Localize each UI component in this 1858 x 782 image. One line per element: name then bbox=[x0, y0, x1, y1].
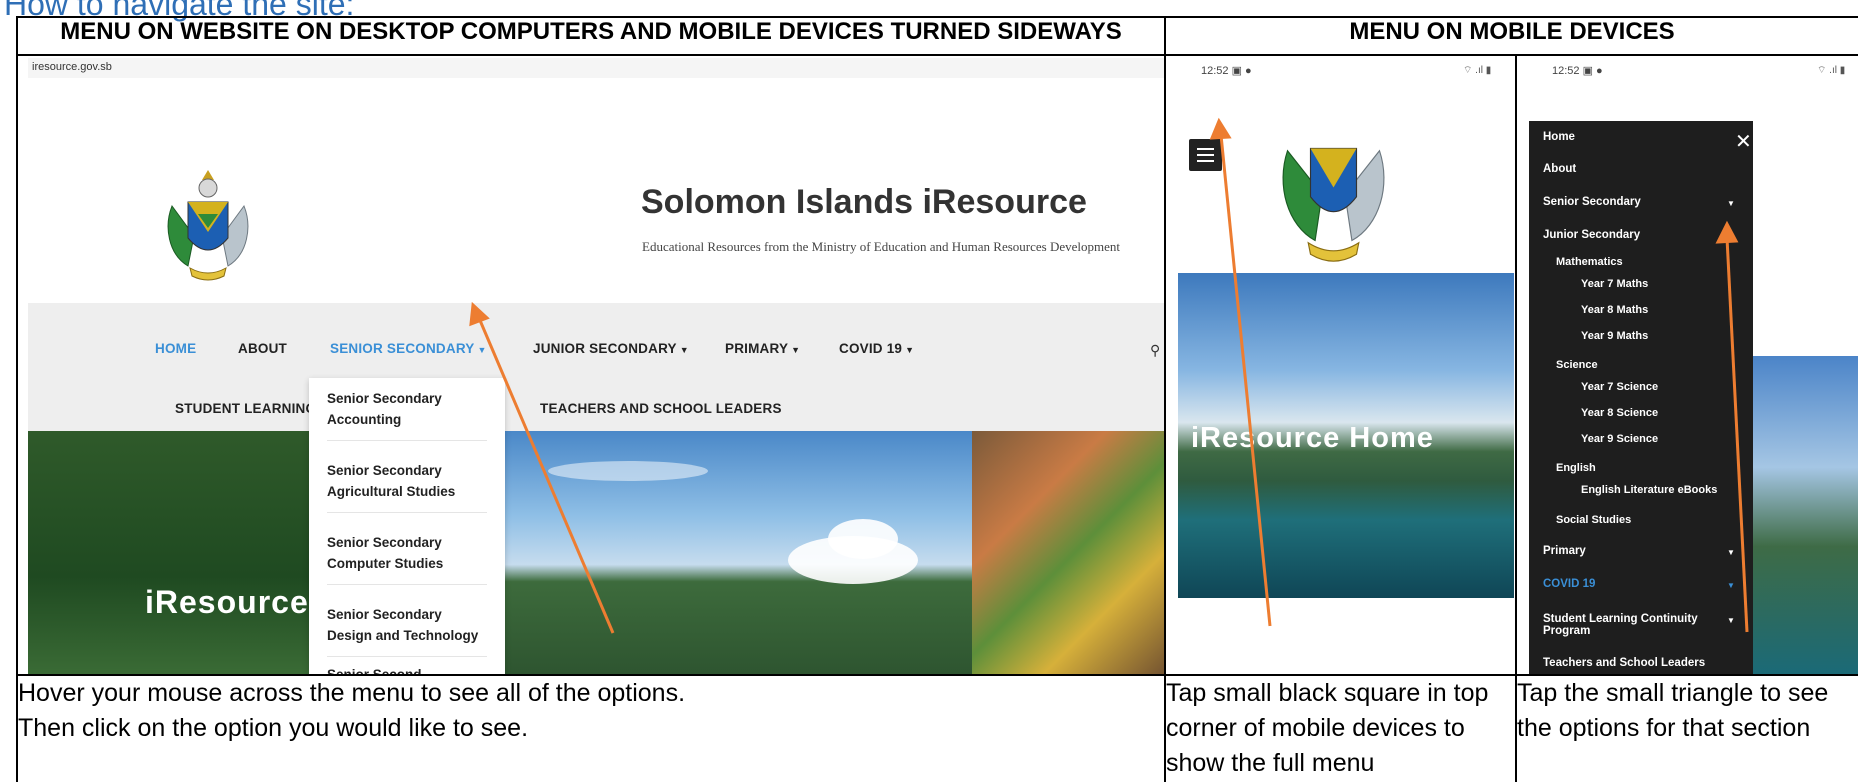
dropdown-item[interactable]: Senior Secondary Computer Studies bbox=[327, 532, 487, 585]
hero-text: iResource bbox=[145, 584, 309, 620]
desktop-caption-line: Hover your mouse across the menu to see … bbox=[18, 679, 686, 707]
desktop-caption-line: Then click on the option you would like … bbox=[18, 714, 529, 742]
status-time-text: 12:52 bbox=[1201, 65, 1229, 77]
nav-about[interactable]: ABOUT bbox=[238, 341, 287, 356]
palm-trees-image bbox=[28, 431, 318, 673]
caret-down-icon: ▼ bbox=[905, 345, 915, 355]
dropdown-item-line: Computer Studies bbox=[327, 556, 444, 571]
menu-mathematics[interactable]: Mathematics bbox=[1556, 256, 1623, 268]
mobile-closed-screenshot: 12:52 ▣ ● ⌔ .ıl ▮ iResource Home bbox=[1167, 57, 1514, 673]
mobile-hero-title: iResource Home bbox=[1191, 422, 1434, 454]
dropdown-item-line: Design and Technology bbox=[327, 628, 479, 643]
desktop-column-header: MENU ON WEBSITE ON DESKTOP COMPUTERS AND… bbox=[16, 16, 1166, 56]
dropdown-item-line: Agricultural Studies bbox=[327, 484, 456, 499]
caret-down-icon: ▼ bbox=[679, 345, 689, 355]
dropdown-item-line: Accounting bbox=[327, 412, 402, 427]
nav-primary-label: PRIMARY bbox=[725, 341, 789, 356]
mobile-column-header: MENU ON MOBILE DEVICES bbox=[1163, 16, 1858, 56]
menu-covid[interactable]: COVID 19 bbox=[1543, 578, 1595, 590]
nav-senior-label: SENIOR SECONDARY bbox=[330, 341, 475, 356]
dropdown-item[interactable]: Senior Secondary Design and Technology bbox=[327, 604, 487, 657]
caret-down-icon[interactable]: ▼ bbox=[1727, 199, 1735, 208]
caret-up-icon[interactable]: ▲ bbox=[1727, 232, 1735, 241]
page: How to navigate the site: MENU ON WEBSIT… bbox=[0, 0, 1858, 782]
status-time: 12:52 ▣ ● bbox=[1201, 65, 1252, 77]
dropdown-item-line: Senior Secondary bbox=[327, 463, 442, 478]
instruction-table: MENU ON WEBSITE ON DESKTOP COMPUTERS AND… bbox=[16, 16, 1858, 782]
coat-of-arms-logo[interactable] bbox=[158, 166, 258, 286]
dropdown-item-line: Senior Second bbox=[327, 664, 487, 673]
mobile-menu-panel: ✕ Home About Senior Secondary ▼ Junior S… bbox=[1529, 121, 1753, 673]
close-icon[interactable]: ✕ bbox=[1735, 129, 1752, 154]
caret-down-icon[interactable]: ▼ bbox=[1727, 548, 1735, 557]
status-time-text: 12:52 bbox=[1552, 65, 1580, 77]
menu-year9-science[interactable]: Year 9 Science bbox=[1581, 433, 1658, 445]
mobile-closed-cell: 12:52 ▣ ● ⌔ .ıl ▮ iResource Home bbox=[1164, 54, 1517, 676]
menu-junior-secondary[interactable]: Junior Secondary bbox=[1543, 229, 1640, 241]
status-time: 12:52 ▣ ● bbox=[1552, 65, 1603, 77]
mobile-closed-caption: Tap small black square in top corner of … bbox=[1164, 674, 1517, 782]
menu-student-learning[interactable]: Student Learning Continuity Program bbox=[1543, 613, 1698, 637]
desktop-caption: Hover your mouse across the menu to see … bbox=[16, 674, 1166, 782]
nav-about-label: ABOUT bbox=[238, 341, 287, 356]
mobile-open-caption-text: Tap the small triangle to see the option… bbox=[1517, 679, 1829, 742]
menu-year7-science[interactable]: Year 7 Science bbox=[1581, 381, 1658, 393]
menu-primary[interactable]: Primary bbox=[1543, 545, 1586, 557]
nav-junior-secondary[interactable]: JUNIOR SECONDARY ▼ bbox=[533, 341, 689, 356]
menu-social-studies[interactable]: Social Studies bbox=[1556, 514, 1631, 526]
dropdown-item-line: Senior Secondary bbox=[327, 535, 442, 550]
menu-english[interactable]: English bbox=[1556, 462, 1596, 474]
menu-student-learning-line: Student Learning Continuity bbox=[1543, 613, 1698, 625]
site-tagline: Educational Resources from the Ministry … bbox=[642, 239, 1120, 254]
nav-home[interactable]: HOME bbox=[155, 341, 196, 356]
students-photo-collage bbox=[972, 431, 1163, 673]
desktop-screenshot-cell: iresource.gov.sb Solomon Islands iResour… bbox=[16, 54, 1166, 676]
menu-teachers[interactable]: Teachers and School Leaders bbox=[1543, 657, 1705, 669]
nav-student-label: STUDENT LEARNING bbox=[175, 401, 317, 416]
nav-teachers[interactable]: TEACHERS AND SCHOOL LEADERS bbox=[540, 401, 782, 416]
mobile-open-cell: 12:52 ▣ ● ⌔ .ıl ▮ ✕ Home About Senior Se… bbox=[1514, 54, 1858, 676]
hamburger-menu-button[interactable] bbox=[1189, 139, 1222, 171]
status-signal-icon: ⌔ .ıl ▮ bbox=[1817, 65, 1846, 76]
menu-year8-maths[interactable]: Year 8 Maths bbox=[1581, 304, 1648, 316]
status-signal-icon: ⌔ .ıl ▮ bbox=[1463, 65, 1492, 76]
menu-home[interactable]: Home bbox=[1543, 131, 1575, 143]
menu-science[interactable]: Science bbox=[1556, 359, 1598, 371]
nav-teachers-label: TEACHERS AND SCHOOL LEADERS bbox=[540, 401, 782, 416]
desktop-screenshot: iresource.gov.sb Solomon Islands iResour… bbox=[19, 57, 1163, 673]
caret-down-icon[interactable]: ▼ bbox=[1727, 616, 1735, 625]
nav-covid-label: COVID 19 bbox=[839, 341, 903, 356]
dropdown-item-line: Senior Secondary bbox=[327, 391, 442, 406]
search-icon[interactable]: ⚲ bbox=[1150, 342, 1160, 359]
senior-secondary-dropdown: Senior Secondary Accounting Senior Second… bbox=[309, 378, 505, 673]
caret-down-icon[interactable]: ▼ bbox=[1727, 581, 1735, 590]
mobile-open-screenshot: 12:52 ▣ ● ⌔ .ıl ▮ ✕ Home About Senior Se… bbox=[1518, 57, 1858, 673]
dropdown-item[interactable]: Senior Second bbox=[327, 664, 487, 673]
mobile-closed-caption-text: Tap small black square in top corner of … bbox=[1166, 679, 1489, 777]
hero-banner bbox=[28, 431, 1163, 673]
menu-about[interactable]: About bbox=[1543, 163, 1576, 175]
site-title[interactable]: Solomon Islands iResource bbox=[641, 183, 1087, 222]
nav-student-learning[interactable]: STUDENT LEARNING bbox=[175, 401, 316, 416]
nav-home-label: HOME bbox=[155, 341, 197, 356]
menu-student-learning-line: Program bbox=[1543, 625, 1591, 637]
nav-senior-secondary[interactable]: SENIOR SECONDARY ▼ bbox=[330, 341, 487, 356]
caret-down-icon: ▼ bbox=[477, 345, 487, 355]
mobile-open-caption: Tap the small triangle to see the option… bbox=[1514, 674, 1858, 782]
menu-year9-maths[interactable]: Year 9 Maths bbox=[1581, 330, 1648, 342]
nav-covid[interactable]: COVID 19 ▼ bbox=[839, 341, 914, 356]
menu-senior-secondary[interactable]: Senior Secondary bbox=[1543, 196, 1641, 208]
nav-junior-label: JUNIOR SECONDARY bbox=[533, 341, 677, 356]
dropdown-item[interactable]: Senior Secondary Accounting bbox=[327, 388, 487, 441]
url-bar[interactable]: iresource.gov.sb bbox=[28, 58, 1163, 78]
coat-of-arms-logo bbox=[1282, 147, 1385, 262]
menu-year8-science[interactable]: Year 8 Science bbox=[1581, 407, 1658, 419]
caret-down-icon: ▼ bbox=[791, 345, 801, 355]
desktop-navbar: HOME ABOUT SENIOR SECONDARY ▼ JUNIOR SECO… bbox=[28, 303, 1163, 431]
dropdown-item[interactable]: Senior Secondary Agricultural Studies bbox=[327, 460, 487, 513]
menu-english-literature[interactable]: English Literature eBooks bbox=[1581, 484, 1717, 496]
nav-primary[interactable]: PRIMARY ▼ bbox=[725, 341, 800, 356]
menu-year7-maths[interactable]: Year 7 Maths bbox=[1581, 278, 1648, 290]
dropdown-item-line: Senior Secondary bbox=[327, 607, 442, 622]
